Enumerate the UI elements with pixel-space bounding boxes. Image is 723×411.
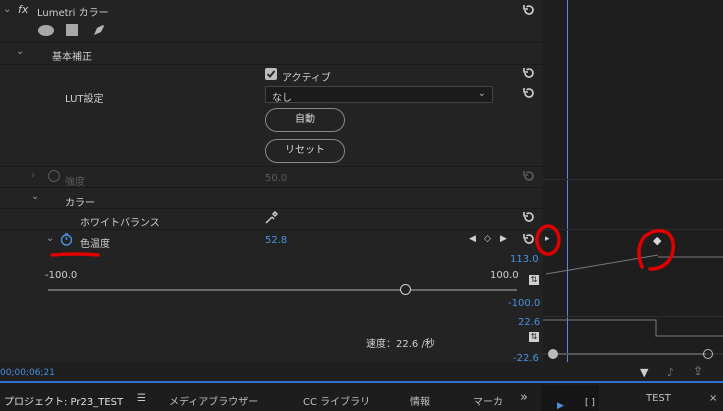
timecode-bar <box>0 362 723 382</box>
lut-label: LUT設定 <box>65 94 104 105</box>
zoom-handle-left[interactable] <box>548 349 558 359</box>
temperature-label: 色温度 <box>80 239 110 250</box>
row-divider <box>0 64 543 65</box>
panel-menu-icon[interactable]: ☰ <box>137 393 146 404</box>
lut-dropdown[interactable]: なし ⌄ <box>265 86 493 104</box>
ellipse-mask-icon[interactable] <box>38 25 54 36</box>
program-monitor-thumb: ▶ [ ] <box>541 385 599 411</box>
zoom-handle-right[interactable] <box>703 349 713 359</box>
reset-icon[interactable] <box>522 3 536 17</box>
collapse-chevron-icon[interactable]: ⌄ <box>31 191 39 202</box>
eyedropper-icon[interactable] <box>264 211 278 225</box>
export-icon[interactable]: ⇪ <box>693 364 703 378</box>
intensity-value[interactable]: 50.0 <box>265 173 287 184</box>
close-icon[interactable]: × <box>709 393 717 404</box>
stopwatch-icon[interactable] <box>60 233 73 246</box>
panel-tab-bar: プロジェクト: Pr23_TEST ☰ メディアブラウザー CC ライブラリ 情… <box>0 383 723 411</box>
tab-info[interactable]: 情報 <box>410 393 430 408</box>
zoom-scrollbar[interactable] <box>558 353 706 355</box>
row-divider <box>0 229 543 230</box>
reset-icon[interactable] <box>522 86 536 100</box>
row-divider <box>0 42 543 43</box>
play-icon[interactable]: ▶ <box>557 401 564 411</box>
red-circle-annotation <box>637 229 676 271</box>
active-label: アクティブ <box>282 73 331 84</box>
section-color: カラー <box>65 198 95 209</box>
tab-markers[interactable]: マーカ <box>473 393 503 408</box>
white-balance-label: ホワイトバランス <box>80 218 160 229</box>
bracket-icon: [ ] <box>585 398 595 408</box>
effect-name: Lumetri カラー <box>37 8 109 19</box>
red-circle-annotation <box>535 224 561 256</box>
reset-icon[interactable] <box>522 169 536 183</box>
timeline-divider <box>543 179 723 180</box>
add-keyframe-icon[interactable]: ◇ <box>484 234 491 244</box>
lut-dropdown-value: なし <box>272 93 292 104</box>
red-underline-annotation <box>50 252 100 257</box>
next-keyframe-icon[interactable]: ▶ <box>500 234 507 244</box>
row-divider <box>0 166 543 167</box>
tab-cc-libraries[interactable]: CC ライブラリ <box>303 393 370 408</box>
tab-project[interactable]: プロジェクト: Pr23_TEST <box>4 393 123 408</box>
fx-badge[interactable]: fx <box>18 3 28 16</box>
keyframe-timeline[interactable] <box>543 0 723 362</box>
reset-icon[interactable] <box>522 66 536 80</box>
intensity-label: 強度 <box>65 177 85 188</box>
row-divider <box>0 187 543 188</box>
expand-chevron-icon[interactable]: › <box>31 170 35 181</box>
fit-speed-icon[interactable]: ⇅ <box>529 332 539 342</box>
section-basic-correction: 基本補正 <box>52 52 92 63</box>
collapse-chevron-icon[interactable]: ⌄ <box>3 4 11 15</box>
reset-button[interactable]: リセット <box>265 139 345 163</box>
stopwatch-icon[interactable] <box>48 170 60 182</box>
slider-min: -100.0 <box>45 270 78 281</box>
temperature-value[interactable]: 52.8 <box>265 235 287 246</box>
fit-graph-icon[interactable]: ⇅ <box>529 275 539 285</box>
collapse-chevron-icon[interactable]: ⌄ <box>46 233 54 244</box>
audio-loop-icon[interactable]: ♪ <box>667 366 674 379</box>
pen-mask-icon[interactable] <box>92 23 106 37</box>
chevron-down-icon: ⌄ <box>477 88 486 99</box>
speed-readout: 速度：22.6 /秒 <box>366 339 435 350</box>
graph-min-label: -100.0 <box>508 298 541 309</box>
tab-media-browser[interactable]: メディアブラウザー <box>169 393 258 408</box>
collapse-chevron-icon[interactable]: ⌄ <box>16 46 24 57</box>
temperature-slider[interactable] <box>48 289 517 291</box>
prev-keyframe-icon[interactable]: ◀ <box>469 234 476 244</box>
slider-thumb[interactable] <box>400 284 412 295</box>
auto-button[interactable]: 自動 <box>265 108 345 132</box>
speed-max-label: 22.6 <box>518 317 541 328</box>
more-tabs-icon[interactable]: » <box>520 390 528 405</box>
tab-program-test[interactable]: TEST <box>646 393 671 404</box>
active-checkbox[interactable] <box>265 68 277 80</box>
timecode[interactable]: 00;00;06;21 <box>0 368 55 378</box>
row-divider <box>0 208 543 209</box>
filter-icon[interactable]: ▼ <box>640 366 648 379</box>
rectangle-mask-icon[interactable] <box>66 24 78 36</box>
slider-max: 100.0 <box>490 270 519 281</box>
